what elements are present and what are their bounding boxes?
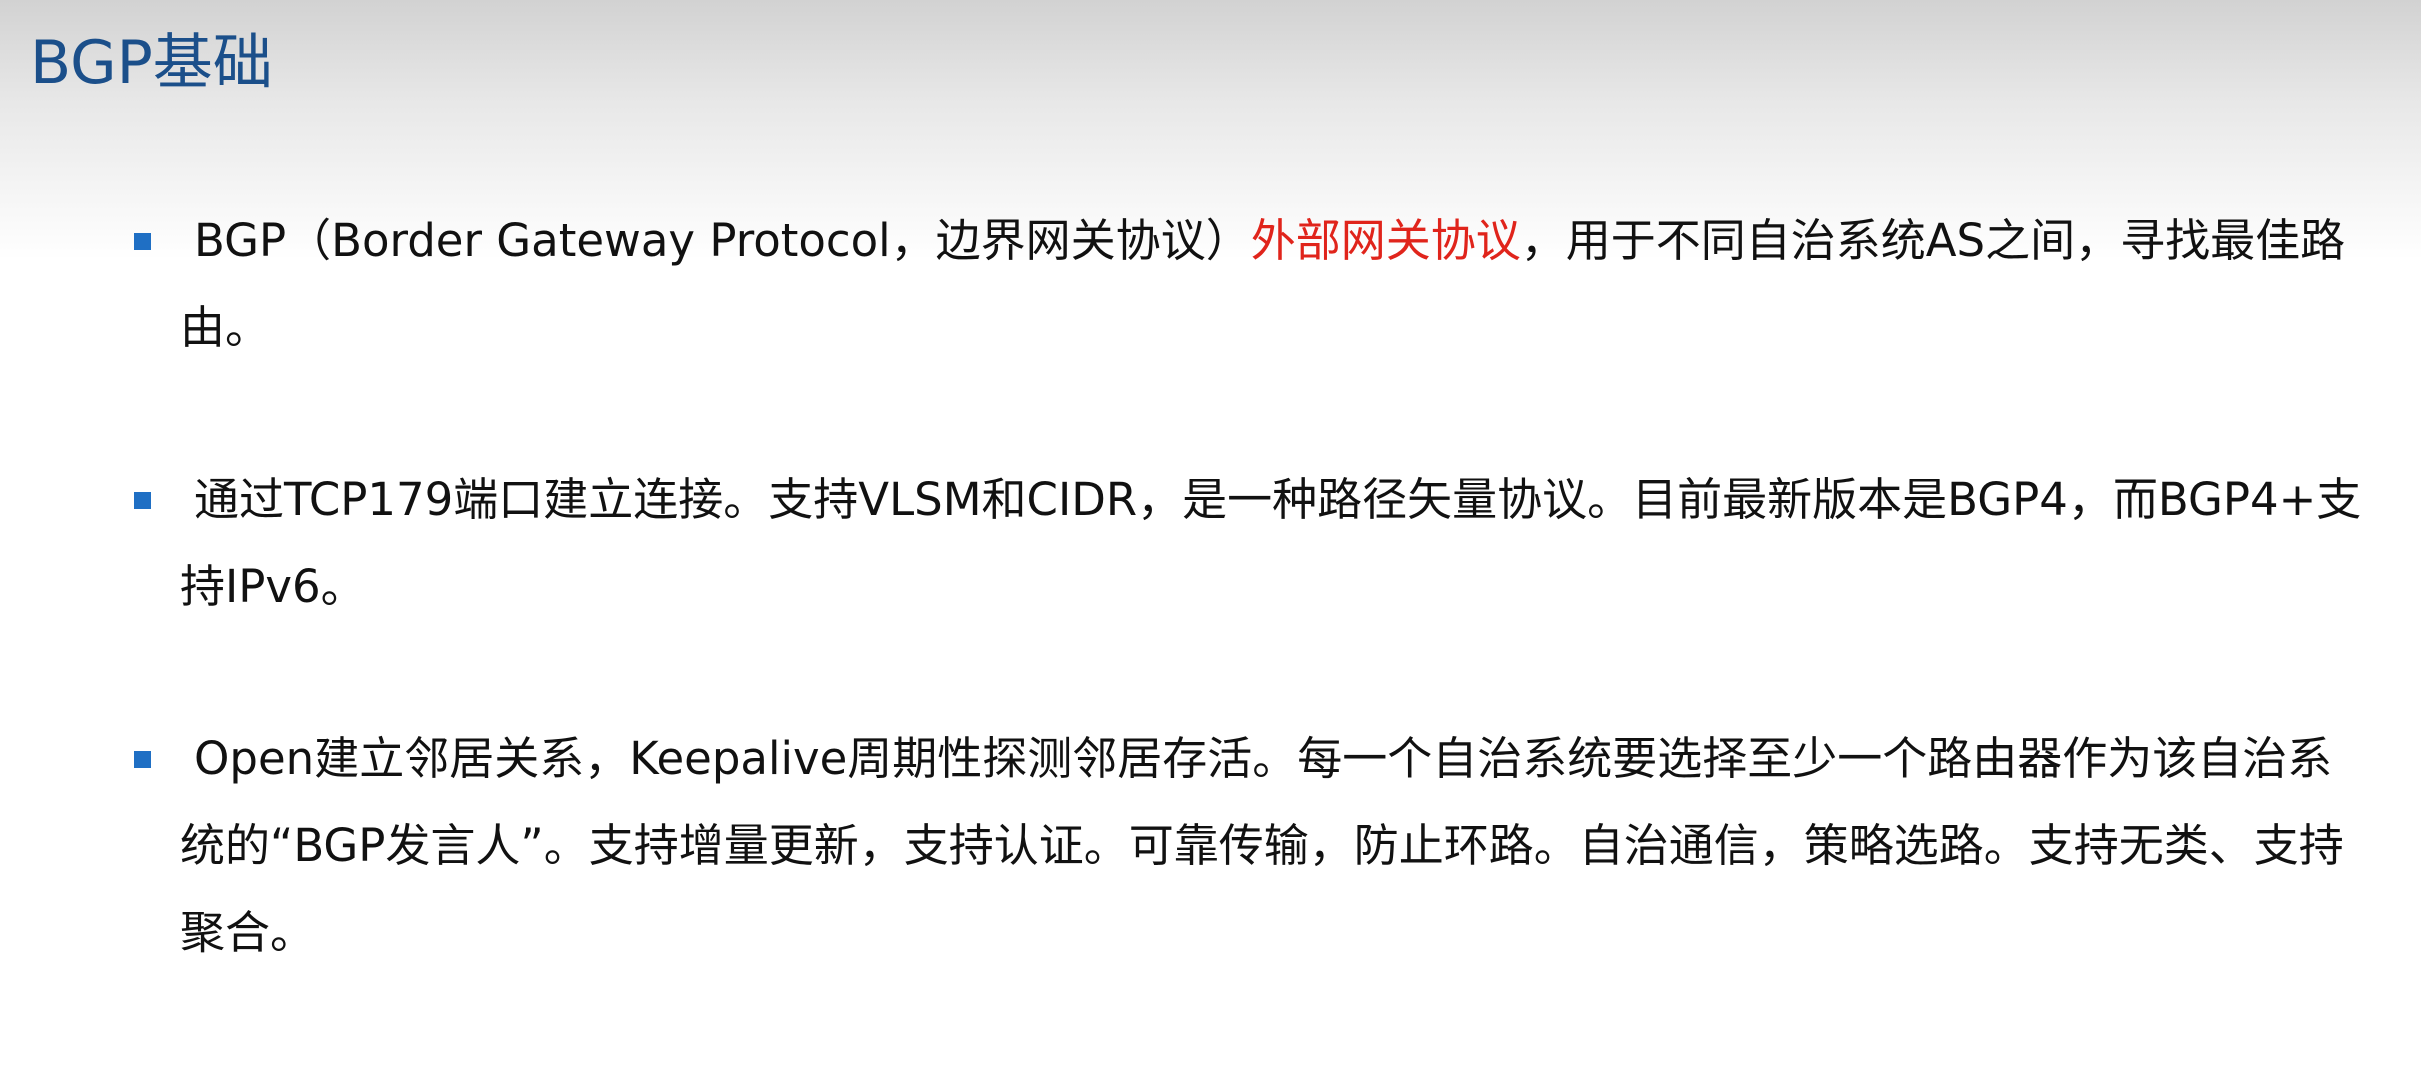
square-bullet-icon <box>134 233 151 250</box>
bullet-text: 通过TCP179端口建立连接。支持VLSM和CIDR，是一种路径矢量协议。目前最… <box>180 456 2375 630</box>
bullet-text-body: 通过TCP179端口建立连接。支持VLSM和CIDR，是一种路径矢量协议。目前最… <box>180 473 2362 613</box>
bullet-text-body: Open建立邻居关系，Keepalive周期性探测邻居存活。每一个自治系统要选择… <box>180 732 2344 959</box>
bullet-text: Open建立邻居关系，Keepalive周期性探测邻居存活。每一个自治系统要选择… <box>180 715 2375 976</box>
square-bullet-icon <box>134 492 151 509</box>
highlighted-term: 外部网关协议 <box>1250 214 1521 267</box>
bullet-list: BGP（Border Gateway Protocol，边界网关协议）外部网关协… <box>0 0 2421 1085</box>
bullet-text-lead: BGP（Border Gateway Protocol，边界网关协议） <box>194 214 1251 267</box>
bullet-text: BGP（Border Gateway Protocol，边界网关协议）外部网关协… <box>180 197 2375 371</box>
bullet-item-neighbor-features: Open建立邻居关系，Keepalive周期性探测邻居存活。每一个自治系统要选择… <box>134 715 2375 976</box>
bullet-item-tcp-connection: 通过TCP179端口建立连接。支持VLSM和CIDR，是一种路径矢量协议。目前最… <box>134 456 2375 630</box>
square-bullet-icon <box>134 751 151 768</box>
bullet-item-bgp-definition: BGP（Border Gateway Protocol，边界网关协议）外部网关协… <box>134 197 2375 371</box>
